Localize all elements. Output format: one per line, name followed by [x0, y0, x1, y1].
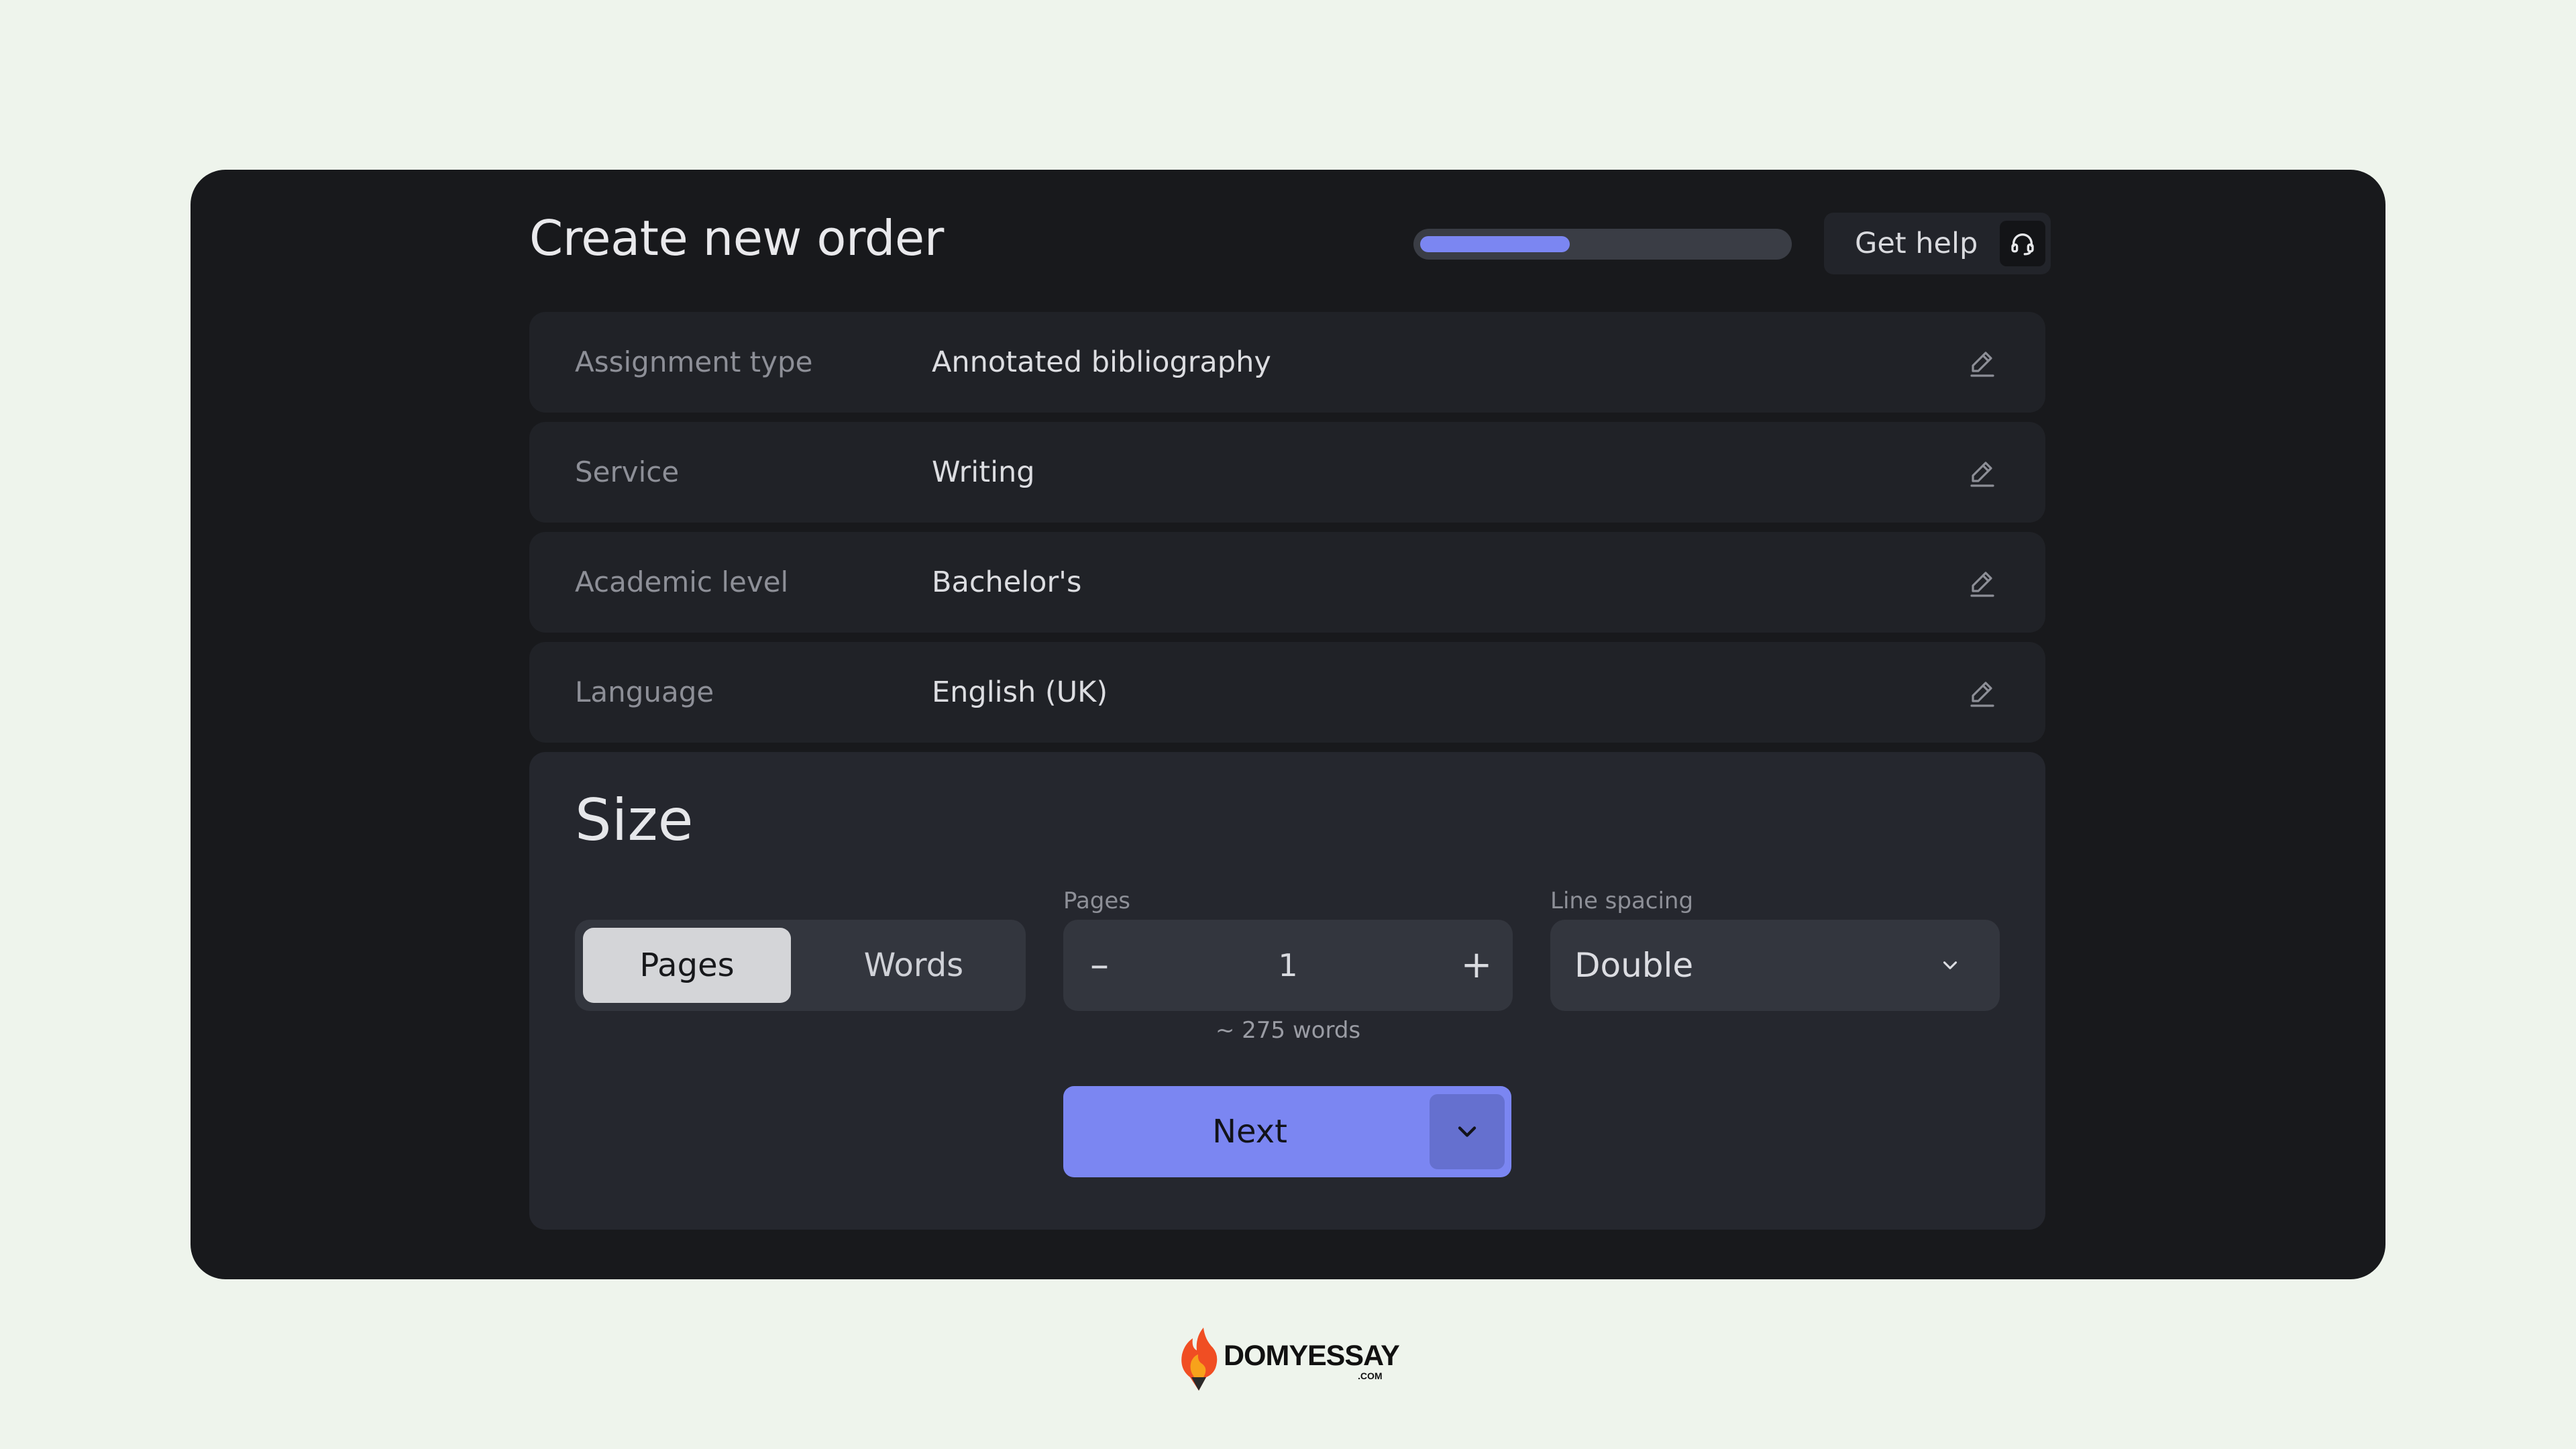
summary-row-service[interactable]: Service Writing	[529, 422, 2045, 523]
get-help-label: Get help	[1855, 227, 1978, 260]
page-title: Create new order	[529, 210, 944, 266]
headset-icon	[2000, 221, 2045, 266]
flame-icon	[1181, 1328, 1218, 1391]
word-count-hint: ~ 275 words	[1215, 1017, 1361, 1044]
pages-label: Pages	[1063, 888, 1131, 914]
pages-words-toggle: Pages Words	[575, 920, 1026, 1011]
pages-stepper: – 1 +	[1063, 920, 1513, 1011]
order-summary: Assignment type Annotated bibliography S…	[529, 312, 2045, 752]
brand-name: DOMYESSAY	[1224, 1340, 1400, 1372]
size-panel: Size Pages Words Pages – 1 + ~ 275 words…	[529, 752, 2045, 1230]
brand-suffix: .COM	[1358, 1371, 1383, 1381]
row-label: Language	[575, 676, 714, 708]
summary-row-academic-level[interactable]: Academic level Bachelor's	[529, 532, 2045, 633]
summary-row-assignment-type[interactable]: Assignment type Annotated bibliography	[529, 312, 2045, 413]
get-help-button[interactable]: Get help	[1824, 213, 2051, 274]
row-label: Academic level	[575, 566, 789, 598]
pencil-icon[interactable]	[1965, 676, 2000, 710]
next-dropdown-button[interactable]	[1430, 1094, 1505, 1169]
next-label: Next	[1212, 1113, 1287, 1150]
row-value: Bachelor's	[932, 566, 1082, 599]
decrement-button[interactable]: –	[1066, 920, 1133, 1011]
toggle-words[interactable]: Words	[810, 928, 1018, 1003]
row-value: Writing	[932, 455, 1035, 489]
order-progress-bar	[1413, 229, 1792, 260]
next-button[interactable]: Next	[1063, 1086, 1511, 1177]
toggle-pages[interactable]: Pages	[583, 928, 791, 1003]
row-value: Annotated bibliography	[932, 345, 1271, 379]
line-spacing-select[interactable]: Double	[1550, 920, 2000, 1011]
chevron-down-icon	[1937, 952, 1964, 979]
chevron-down-icon	[1458, 1126, 1477, 1137]
brand-logo: DOMYESSAY .COM	[1175, 1325, 1403, 1392]
line-spacing-value: Double	[1574, 946, 1694, 985]
order-card: Create new order Get help Assignment typ…	[191, 170, 2385, 1279]
row-value: English (UK)	[932, 676, 1108, 709]
summary-row-language[interactable]: Language English (UK)	[529, 642, 2045, 743]
pencil-icon[interactable]	[1965, 345, 2000, 380]
size-heading: Size	[575, 787, 694, 854]
row-label: Service	[575, 455, 680, 488]
pencil-icon[interactable]	[1965, 455, 2000, 490]
progress-fill	[1420, 236, 1570, 252]
pages-value[interactable]: 1	[1130, 920, 1446, 1011]
row-label: Assignment type	[575, 345, 813, 378]
line-spacing-label: Line spacing	[1550, 888, 1694, 914]
pencil-icon[interactable]	[1965, 566, 2000, 600]
increment-button[interactable]: +	[1443, 920, 1510, 1011]
